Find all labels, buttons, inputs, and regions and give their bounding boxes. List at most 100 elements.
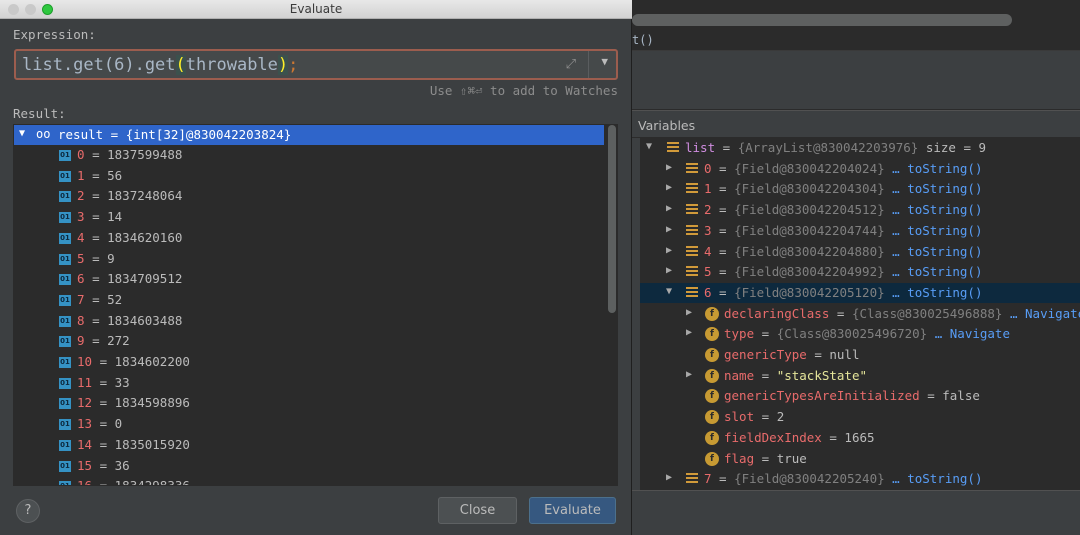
variable-text: name = "stackState" — [724, 368, 867, 383]
evaluate-dialog: Evaluate Expression: list.get(6).get(thr… — [0, 0, 632, 535]
editor-horizontal-scrollbar[interactable] — [632, 14, 1012, 26]
result-tree[interactable]: ▼ oo result = {int[32]@830042203824} 01 0… — [13, 124, 618, 486]
result-item-value: = 1837248064 — [92, 188, 183, 204]
result-item-index: 11 — [77, 374, 93, 390]
expression-code[interactable]: list.get(6).get(throwable); — [22, 55, 298, 75]
variable-row-field[interactable]: ▼ 6 = {Field@830042205120} … toString() — [632, 282, 1080, 303]
result-item-row[interactable]: 01 16 = 1834298336 — [14, 476, 604, 486]
expand-arrow-icon[interactable]: ▶ — [686, 327, 696, 338]
result-item-text: 15 = 36 — [77, 458, 130, 473]
field-ref: {Field@830042204992} — [734, 264, 885, 280]
result-item-value: = 1834602200 — [99, 354, 190, 369]
list-field-icon — [686, 183, 698, 195]
result-root-row[interactable]: ▼ oo result = {int[32]@830042203824} — [14, 125, 604, 145]
variable-row-field[interactable]: ▶ 4 = {Field@830042204880} … toString() — [632, 242, 1080, 262]
result-item-row[interactable]: 01 5 = 9 — [14, 249, 604, 269]
variable-row-list[interactable]: ▼ list = {ArrayList@830042203976} size = … — [632, 138, 1080, 158]
expand-arrow-icon[interactable]: ▶ — [666, 162, 676, 173]
expand-arrow-icon[interactable]: ▶ — [686, 369, 696, 380]
result-item-row[interactable]: 01 8 = 1834603488 — [14, 311, 604, 331]
variable-row-field[interactable]: ▶ 1 = {Field@830042204304} … toString() — [632, 179, 1080, 199]
variable-row-child[interactable]: ▶ f type = {Class@830025496720} … Navigate — [632, 324, 1080, 344]
result-item-text: 9 = 272 — [77, 333, 130, 348]
expand-arrow-icon[interactable]: ▶ — [666, 224, 676, 235]
child-eq: = — [754, 450, 777, 466]
variable-text: 6 = {Field@830042205120} … toString() — [704, 284, 983, 300]
variable-row-child[interactable]: f genericTypesAreInitialized = false — [632, 386, 1080, 406]
child-name: type — [724, 326, 755, 342]
close-button[interactable]: Close — [438, 497, 517, 524]
variable-row-child[interactable]: f slot = 2 — [632, 407, 1080, 427]
int-type-icon: 01 — [59, 315, 71, 327]
result-item-row[interactable]: 01 11 = 33 — [14, 373, 604, 393]
field-ref: {Field@830042204744} — [734, 222, 885, 238]
result-item-index: 15 — [77, 457, 93, 473]
result-vertical-scrollbar[interactable] — [606, 125, 617, 485]
result-item-row[interactable]: 01 7 = 52 — [14, 290, 604, 310]
result-item-value: = 1834298336 — [99, 478, 190, 486]
child-eq: = — [754, 367, 777, 383]
field-index: 3 — [704, 222, 712, 238]
expand-arrow-icon[interactable]: ▶ — [666, 203, 676, 214]
variable-row-child[interactable]: f genericType = null — [632, 345, 1080, 365]
expression-input[interactable]: list.get(6).get(throwable); ⤢ ▼ — [14, 49, 618, 80]
scrollbar-thumb[interactable] — [608, 125, 616, 313]
result-item-row[interactable]: 01 14 = 1835015920 — [14, 435, 604, 455]
variable-text: 4 = {Field@830042204880} … toString() — [704, 243, 983, 259]
variable-row-field[interactable]: ▶ 5 = {Field@830042204992} … toString() — [632, 262, 1080, 282]
variable-text: genericType = null — [724, 347, 859, 362]
int-type-icon: 01 — [59, 170, 71, 182]
history-dropdown-icon[interactable]: ▼ — [601, 55, 608, 68]
result-item-row[interactable]: 01 3 = 14 — [14, 207, 604, 227]
expand-editor-icon[interactable]: ⤢ — [566, 57, 576, 72]
child-value: {Class@830025496720} — [776, 326, 928, 342]
expand-arrow-icon[interactable]: ▶ — [666, 182, 676, 193]
variable-row-field[interactable]: ▶ 2 = {Field@830042204512} … toString() — [632, 200, 1080, 220]
result-item-row[interactable]: 01 6 = 1834709512 — [14, 269, 604, 289]
int-type-icon: 01 — [59, 336, 71, 348]
tostring-link: … toString() — [892, 181, 983, 197]
variable-row-child[interactable]: ▶ f name = "stackState" — [632, 366, 1080, 386]
variable-row-child[interactable]: f flag = true — [632, 449, 1080, 469]
child-value: 2 — [776, 409, 785, 425]
variable-size: size = 9 — [918, 140, 987, 155]
variable-row-child[interactable]: ▶ f declaringClass = {Class@830025496888} … — [632, 304, 1080, 324]
collapse-arrow-icon[interactable]: ▼ — [646, 141, 656, 152]
result-item-index: 0 — [77, 147, 85, 162]
result-item-row[interactable]: 01 9 = 272 — [14, 331, 604, 351]
result-item-row[interactable]: 01 1 = 56 — [14, 166, 604, 186]
tostring-link: … toString() — [892, 471, 983, 487]
result-item-row[interactable]: 01 13 = 0 — [14, 414, 604, 434]
variable-text: 3 = {Field@830042204744} … toString() — [704, 222, 983, 238]
result-item-row[interactable]: 01 10 = 1834602200 — [14, 352, 604, 372]
result-item-row[interactable]: 01 4 = 1834620160 — [14, 228, 604, 248]
collapse-arrow-icon[interactable]: ▼ — [666, 286, 676, 297]
variable-row-field[interactable]: ▶ 3 = {Field@830042204744} … toString() — [632, 221, 1080, 241]
expand-arrow-icon[interactable]: ▶ — [666, 245, 676, 256]
result-item-row[interactable]: 01 12 = 1834598896 — [14, 393, 604, 413]
result-item-row[interactable]: 01 15 = 36 — [14, 456, 604, 476]
expression-label: Expression: — [13, 27, 96, 42]
expand-arrow-icon[interactable]: ▶ — [686, 307, 696, 318]
result-item-text: 0 = 1837599488 — [77, 147, 182, 162]
field-icon: f — [705, 306, 719, 321]
evaluate-button[interactable]: Evaluate — [529, 497, 616, 524]
variable-row-child[interactable]: f fieldDexIndex = 1665 — [632, 428, 1080, 448]
list-field-icon — [686, 224, 698, 237]
help-button[interactable]: ? — [16, 499, 40, 523]
result-item-row[interactable]: 01 0 = 1837599488 — [14, 145, 604, 165]
editor-line-text: t() — [632, 33, 654, 47]
int-type-icon: 01 — [59, 150, 71, 161]
child-eq: = — [806, 347, 830, 362]
variable-row-field[interactable]: ▶ 0 = {Field@830042204024} … toString() — [632, 159, 1080, 179]
variable-row-field[interactable]: ▶ 7 = {Field@830042205240} … toString() — [632, 469, 1080, 489]
field-ref: {Field@830042204304} — [734, 181, 885, 197]
result-item-row[interactable]: 01 2 = 1837248064 — [14, 186, 604, 206]
expand-arrow-icon[interactable]: ▶ — [666, 265, 676, 276]
expression-code-head: list.get(6).get — [22, 55, 176, 75]
collapse-arrow-icon[interactable]: ▼ — [19, 128, 25, 139]
result-item-value: = 1835015920 — [99, 436, 190, 452]
expand-arrow-icon[interactable]: ▶ — [666, 472, 676, 483]
list-field-icon — [686, 286, 698, 299]
field-index: 5 — [704, 264, 712, 280]
